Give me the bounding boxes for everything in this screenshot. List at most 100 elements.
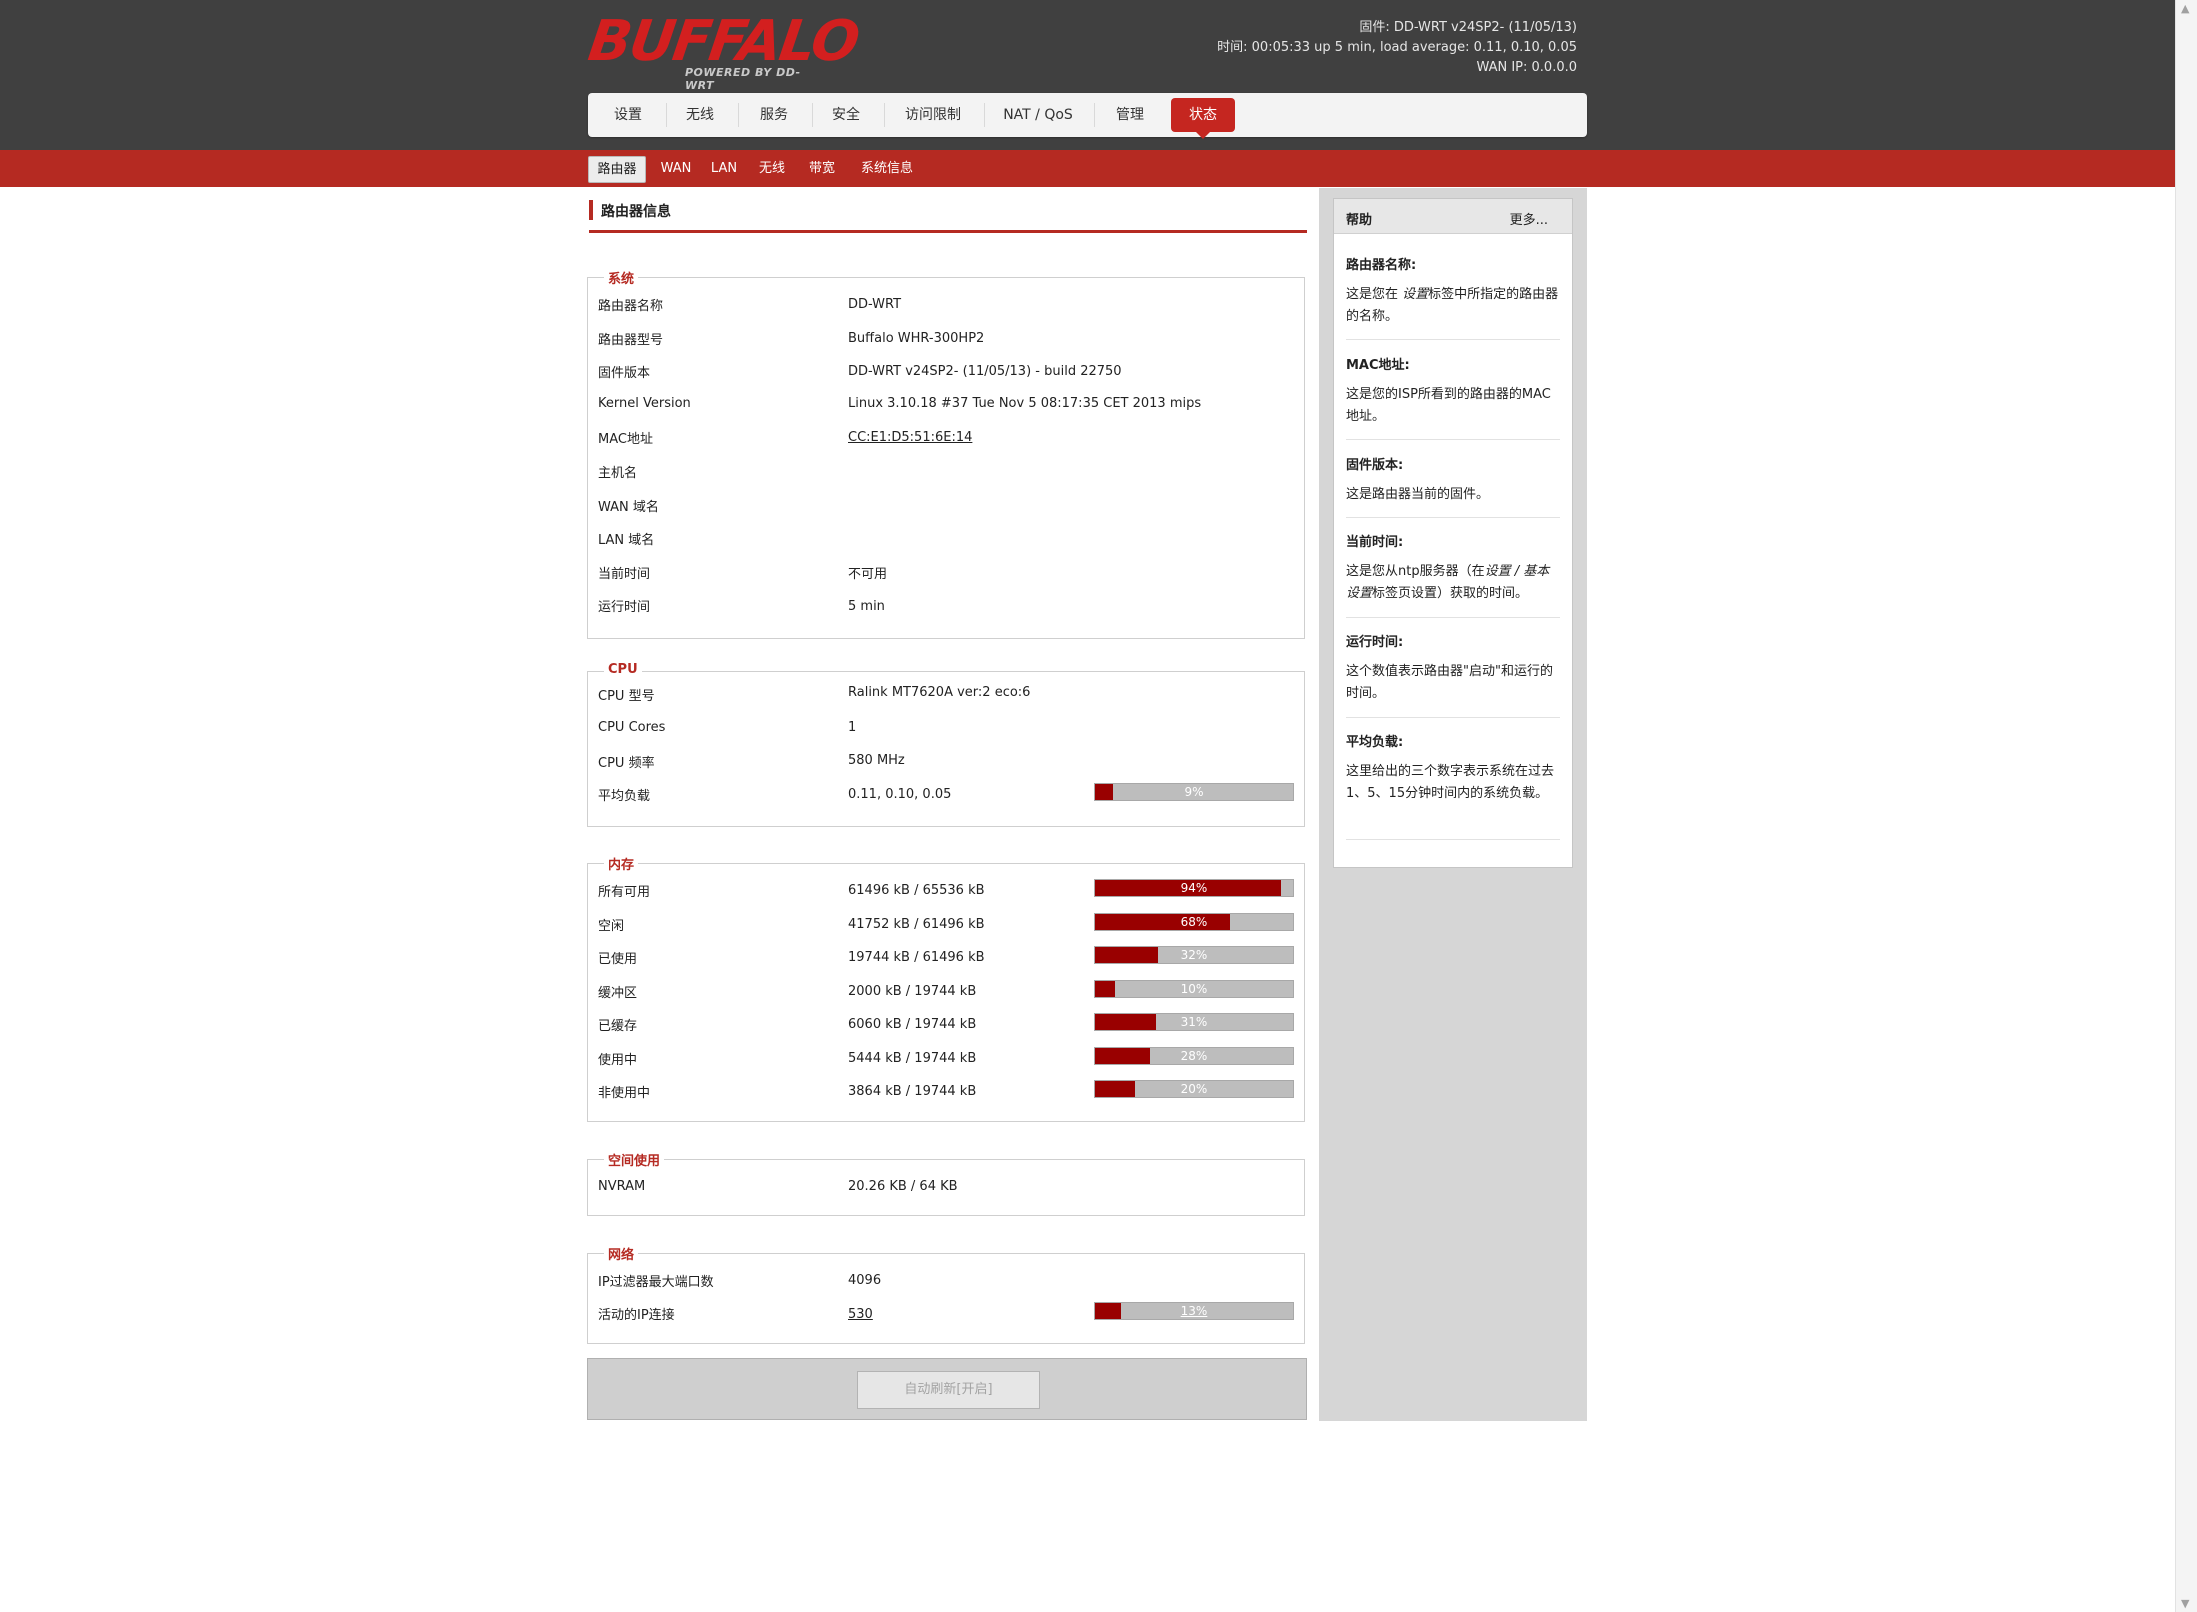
tab-setup[interactable]: 设置: [598, 93, 658, 137]
help-entry-title: 平均负载:: [1346, 735, 1404, 750]
memory-meter: 94%: [1094, 879, 1294, 897]
help-divider: [1346, 339, 1560, 340]
info-row: WAN 域名: [588, 496, 1304, 530]
active-connections-link[interactable]: 530: [848, 1307, 873, 1322]
memory-row: 已缓存 6060 kB / 19744 kB 31%: [588, 1013, 1304, 1049]
row-label: MAC地址: [598, 432, 653, 447]
connections-meter-link[interactable]: 13%: [1095, 1303, 1293, 1319]
mac-address-link[interactable]: CC:E1:D5:51:6E:14: [848, 430, 972, 445]
tab-access-restrictions[interactable]: 访问限制: [888, 93, 978, 137]
help-entry: 运行时间: 这个数值表示路由器"启动"和运行的时间。: [1346, 631, 1560, 705]
space-usage-section: 空间使用 NVRAM 20.26 KB / 64 KB: [587, 1150, 1305, 1216]
memory-row: 非使用中 3864 kB / 19744 kB 20%: [588, 1080, 1304, 1116]
wan-ip-info: WAN IP: 0.0.0.0: [1476, 60, 1577, 75]
subtab-lan[interactable]: LAN: [706, 156, 742, 181]
subtab-wan[interactable]: WAN: [654, 156, 698, 181]
row-label: 路由器名称: [598, 299, 664, 314]
meter-percent: 68%: [1180, 915, 1208, 929]
memory-section: 内存 所有可用 61496 kB / 65536 kB 94% 空闲 41752 k…: [587, 854, 1305, 1122]
row-label: 路由器型号: [598, 333, 664, 348]
info-row: 活动的IP连接 530 13%: [588, 1302, 1304, 1338]
help-header: 帮助 更多...: [1334, 199, 1572, 234]
info-row: MAC地址 CC:E1:D5:51:6E:14: [588, 428, 1304, 462]
info-row: 固件版本 DD-WRT v24SP2- (11/05/13) - build 22…: [588, 362, 1304, 396]
meter-percent: 9%: [1184, 785, 1204, 799]
memory-meter: 28%: [1094, 1047, 1294, 1065]
subtab-wireless[interactable]: 无线: [752, 156, 792, 181]
space-legend: 空间使用: [604, 1150, 665, 1169]
auto-refresh-button[interactable]: 自动刷新[开启]: [857, 1371, 1040, 1409]
system-section: 系统 路由器名称 DD-WRT 路由器型号 Buffalo WHR-300HP2 固…: [587, 268, 1305, 639]
tab-administration[interactable]: 管理: [1098, 93, 1162, 137]
help-divider: [1346, 439, 1560, 440]
help-more-link[interactable]: 更多...: [1510, 209, 1548, 228]
info-row: CPU 型号 Ralink MT7620A ver:2 eco:6: [588, 685, 1304, 719]
help-entry-body: 这是您在 设置标签中所指定的路由器的名称。: [1346, 287, 1559, 324]
row-value: DD-WRT v24SP2- (11/05/13) - build 22750: [848, 364, 1122, 379]
help-entry: MAC地址: 这是您的ISP所看到的路由器的MAC地址。: [1346, 354, 1560, 428]
heading-accent-bar: [589, 200, 593, 220]
row-value: 1: [848, 720, 857, 735]
router-info-block: 固件: DD-WRT v24SP2- (11/05/13) 时间: 00:05:…: [1217, 18, 1577, 78]
tab-status-label: 状态: [1189, 107, 1217, 123]
system-legend: 系统: [604, 268, 639, 287]
row-value: 不可用: [848, 567, 888, 582]
help-divider: [1346, 717, 1560, 718]
subtab-bandwidth[interactable]: 带宽: [802, 156, 842, 181]
row-label: 当前时间: [598, 567, 651, 582]
memory-row: 空闲 41752 kB / 61496 kB 68%: [588, 913, 1304, 949]
row-label: 已缓存: [598, 1019, 638, 1034]
main-nav: 设置 无线 服务 安全 访问限制 NAT / QoS 管理 状态: [588, 93, 1587, 139]
memory-meter: 31%: [1094, 1013, 1294, 1031]
network-section: 网络 IP过滤器最大端口数 4096 活动的IP连接 530 13%: [587, 1244, 1305, 1344]
scroll-down-arrow-icon[interactable]: ▼: [2181, 1597, 2189, 1610]
meter-percent: 94%: [1180, 881, 1208, 895]
info-row: CPU 频率 580 MHz: [588, 752, 1304, 786]
help-panel: 帮助 更多... 路由器名称: 这是您在 设置标签中所指定的路由器的名称。 MA…: [1333, 198, 1573, 868]
memory-row: 所有可用 61496 kB / 65536 kB 94%: [588, 879, 1304, 915]
tab-services[interactable]: 服务: [744, 93, 804, 137]
buffalo-logo: BUFFALO POWERED BY DD-WRT: [585, 9, 862, 92]
info-row: LAN 域名: [588, 529, 1304, 563]
tab-security[interactable]: 安全: [816, 93, 876, 137]
memory-legend: 内存: [604, 854, 639, 873]
help-sidebar: 帮助 更多... 路由器名称: 这是您在 设置标签中所指定的路由器的名称。 MA…: [1319, 188, 1587, 1421]
row-value: Linux 3.10.18 #37 Tue Nov 5 08:17:35 CET…: [848, 396, 1202, 411]
row-label: 平均负载: [598, 789, 651, 804]
info-row: 路由器型号 Buffalo WHR-300HP2: [588, 329, 1304, 363]
memory-meter: 32%: [1094, 946, 1294, 964]
subtab-sysinfo[interactable]: 系统信息: [854, 156, 920, 181]
row-label: CPU Cores: [598, 720, 666, 735]
tab-nat-qos[interactable]: NAT / QoS: [988, 93, 1088, 137]
tab-status[interactable]: 状态: [1171, 98, 1235, 139]
info-row: 当前时间 不可用: [588, 563, 1304, 597]
row-label: 已使用: [598, 952, 638, 967]
cpu-legend: CPU: [604, 662, 642, 677]
help-entry-body: 这里给出的三个数字表示系统在过去1、5、15分钟时间内的系统负载。: [1346, 764, 1555, 801]
row-label: 活动的IP连接: [598, 1308, 675, 1323]
subtab-router[interactable]: 路由器: [588, 156, 646, 183]
help-title: 帮助: [1346, 213, 1373, 228]
row-value: 3864 kB / 19744 kB: [848, 1084, 977, 1099]
row-value: 20.26 KB / 64 KB: [848, 1179, 958, 1194]
row-label: WAN 域名: [598, 500, 659, 515]
info-row: 平均负载 0.11, 0.10, 0.05 9%: [588, 783, 1304, 819]
row-label: CPU 频率: [598, 756, 655, 771]
row-label: IP过滤器最大端口数: [598, 1275, 714, 1290]
help-divider: [1346, 839, 1560, 840]
row-value: 61496 kB / 65536 kB: [848, 883, 985, 898]
row-value: Ralink MT7620A ver:2 eco:6: [848, 685, 1031, 700]
info-row: 路由器名称 DD-WRT: [588, 295, 1304, 329]
help-entry-title: 路由器名称:: [1346, 258, 1417, 273]
tab-wireless[interactable]: 无线: [670, 93, 730, 137]
row-value: 41752 kB / 61496 kB: [848, 917, 985, 932]
row-value: Buffalo WHR-300HP2: [848, 331, 985, 346]
scroll-up-arrow-icon[interactable]: ▲: [2181, 2, 2189, 15]
logo-text: BUFFALO: [584, 9, 862, 74]
row-value: 2000 kB / 19744 kB: [848, 984, 977, 999]
row-label: NVRAM: [598, 1179, 646, 1194]
cpu-section: CPU CPU 型号 Ralink MT7620A ver:2 eco:6 CPU…: [587, 662, 1305, 827]
row-value: 4096: [848, 1273, 882, 1288]
memory-meter: 20%: [1094, 1080, 1294, 1098]
page-scrollbar[interactable]: ▲ ▼: [2175, 0, 2197, 1612]
